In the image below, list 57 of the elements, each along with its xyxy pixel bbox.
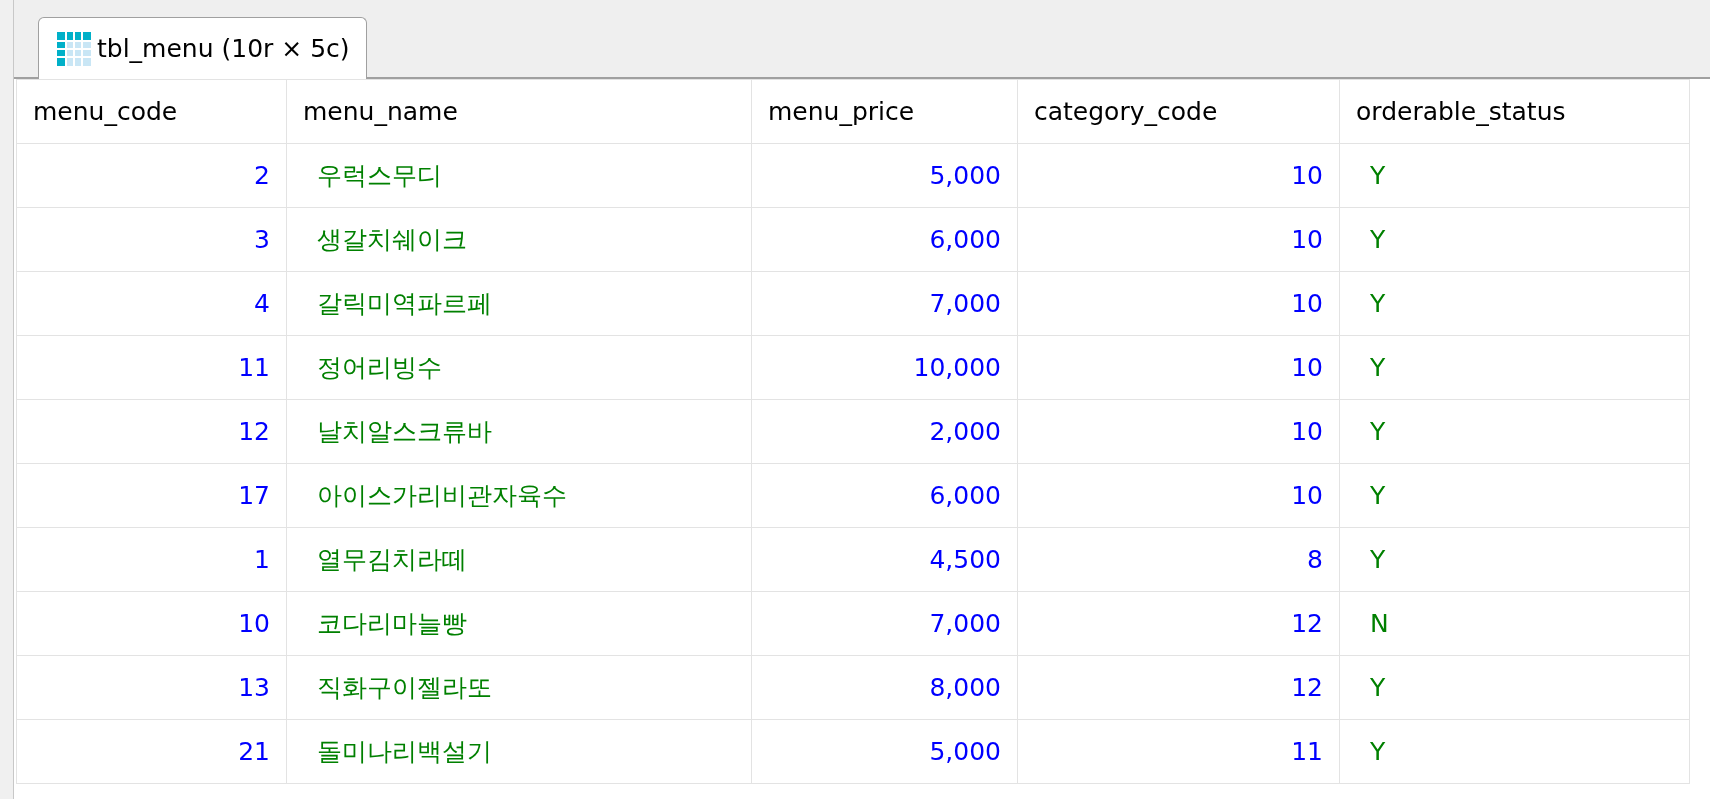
table-cell: Y <box>1339 399 1690 464</box>
table-cell: 6,000 <box>751 463 1018 528</box>
table-tab[interactable]: tbl_menu (10r × 5c) <box>38 17 367 79</box>
table-cell: 열무김치라떼 <box>286 527 752 592</box>
table-cell: Y <box>1339 335 1690 400</box>
table-cell: N <box>1339 591 1690 656</box>
table-cell: 아이스가리비관자육수 <box>286 463 752 528</box>
table-cell: 10 <box>1017 399 1340 464</box>
table-cell: 1 <box>16 527 287 592</box>
table-cell: 10 <box>1017 335 1340 400</box>
table-cell: 생갈치쉐이크 <box>286 207 752 272</box>
table-cell: 7,000 <box>751 271 1018 336</box>
table-cell: 5,000 <box>751 719 1018 784</box>
table-cell: Y <box>1339 463 1690 528</box>
table-cell: 10 <box>16 591 287 656</box>
table-cell: 갈릭미역파르페 <box>286 271 752 336</box>
table-cell: 11 <box>16 335 287 400</box>
table-cell: 2,000 <box>751 399 1018 464</box>
table-cell: Y <box>1339 719 1690 784</box>
table-cell: 직화구이젤라또 <box>286 655 752 720</box>
table-grid-icon <box>57 31 91 66</box>
table-cell: 12 <box>1017 591 1340 656</box>
table-cell: 3 <box>16 207 287 272</box>
table-cell: Y <box>1339 207 1690 272</box>
table-cell: 10 <box>1017 207 1340 272</box>
table-cell: Y <box>1339 655 1690 720</box>
column-header[interactable]: menu_name <box>286 79 752 144</box>
column-header[interactable]: menu_price <box>751 79 1018 144</box>
table-cell: 2 <box>16 143 287 208</box>
table-cell: 7,000 <box>751 591 1018 656</box>
table-cell: 21 <box>16 719 287 784</box>
table-cell: 돌미나리백설기 <box>286 719 752 784</box>
column-header[interactable]: menu_code <box>16 79 287 144</box>
table-cell: 5,000 <box>751 143 1018 208</box>
table-cell: 10 <box>1017 143 1340 208</box>
table-cell: 13 <box>16 655 287 720</box>
table-cell: Y <box>1339 271 1690 336</box>
table-cell: 8,000 <box>751 655 1018 720</box>
table-cell: 4 <box>16 271 287 336</box>
column-header[interactable]: orderable_status <box>1339 79 1690 144</box>
table-cell: 11 <box>1017 719 1340 784</box>
table-cell: 10 <box>1017 271 1340 336</box>
table-cell: 6,000 <box>751 207 1018 272</box>
table-cell: 10,000 <box>751 335 1018 400</box>
table-cell: 12 <box>16 399 287 464</box>
table-cell: 코다리마늘빵 <box>286 591 752 656</box>
table-cell: 17 <box>16 463 287 528</box>
column-header[interactable]: category_code <box>1017 79 1340 144</box>
table-cell: 10 <box>1017 463 1340 528</box>
table-cell: 4,500 <box>751 527 1018 592</box>
table-cell: 12 <box>1017 655 1340 720</box>
table-cell: Y <box>1339 527 1690 592</box>
table-cell: Y <box>1339 143 1690 208</box>
table-cell: 우럭스무디 <box>286 143 752 208</box>
table-cell: 날치알스크류바 <box>286 399 752 464</box>
table-cell: 정어리빙수 <box>286 335 752 400</box>
table-cell: 8 <box>1017 527 1340 592</box>
